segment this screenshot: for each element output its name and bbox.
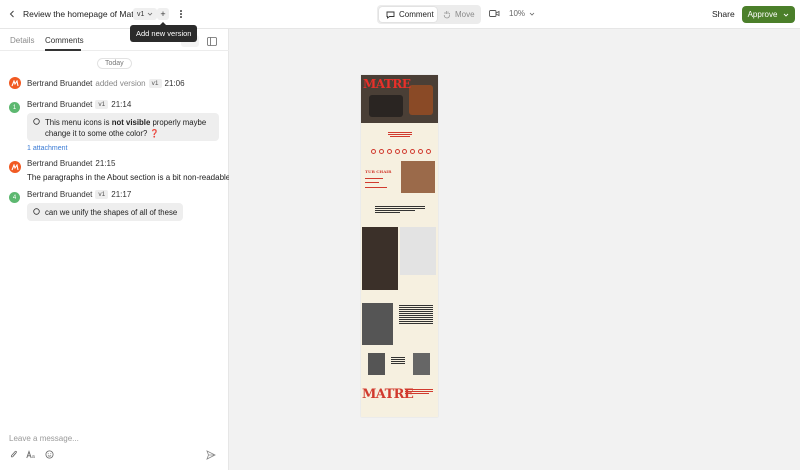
preview-canvas[interactable]: MATRE TUB CHAIR MATRE — [229, 29, 800, 470]
comment-header: Bertrand Bruandet v1 21:14 — [27, 100, 131, 109]
activity-action: added version — [95, 79, 146, 88]
comment-icon — [33, 208, 40, 215]
tooltip: Add new version — [130, 22, 198, 42]
brand-logo-icon — [11, 79, 19, 86]
paperclip-icon[interactable] — [10, 450, 18, 459]
mode-switch: Comment Move — [377, 5, 481, 24]
preview-image — [368, 353, 385, 375]
preview-icon-row — [371, 149, 431, 154]
send-icon[interactable] — [206, 450, 216, 460]
message-input[interactable]: Leave a message... — [9, 434, 79, 443]
version-dropdown[interactable]: v1 — [133, 8, 158, 20]
version-badge: v1 — [148, 79, 162, 88]
chevron-down-icon — [148, 12, 153, 16]
page-title: Review the homepage of Matre — [23, 9, 142, 19]
timestamp: 21:06 — [164, 79, 185, 88]
more-options-icon[interactable] — [176, 8, 186, 20]
preview-text-block — [391, 357, 405, 365]
preview-image — [413, 353, 430, 375]
comment-text: can we unify the shapes of all of these — [45, 208, 178, 217]
zoom-level: 10% — [509, 9, 526, 18]
design-preview[interactable]: MATRE TUB CHAIR MATRE — [361, 75, 438, 417]
chevron-down-icon — [784, 13, 789, 17]
emoji-icon[interactable] — [45, 450, 54, 459]
preview-heading: TUB CHAIR — [365, 169, 392, 174]
preview-line — [365, 187, 387, 188]
chevron-down-icon — [529, 12, 535, 16]
brand-logo-icon — [11, 163, 19, 170]
avatar — [9, 161, 21, 173]
svg-text:a: a — [32, 454, 35, 459]
date-divider: Today — [97, 58, 132, 69]
timestamp: 21:17 — [111, 190, 132, 199]
version-badge: v1 — [95, 190, 109, 199]
sidebar-toggle-icon[interactable] — [206, 35, 218, 47]
approve-button[interactable]: Approve — [742, 6, 795, 23]
comment-bubble[interactable]: can we unify the shapes of all of these — [27, 203, 184, 221]
author-name: Bertrand Bruandet — [27, 190, 93, 199]
text-format-icon[interactable]: a — [26, 450, 37, 459]
move-mode-label: Move — [455, 10, 475, 19]
version-badge: v1 — [95, 100, 109, 109]
approve-label: Approve — [747, 10, 778, 19]
comment-bubble[interactable]: This menu icons is not visible properly … — [27, 113, 219, 141]
chevron-left-icon[interactable] — [7, 9, 17, 19]
activity-row: Bertrand Bruandet added version v1 21:06 — [27, 79, 185, 88]
tab-details[interactable]: Details — [10, 36, 34, 45]
comment-text-line2: change it to some othe color? ❓ — [45, 129, 160, 138]
comment-pin-number[interactable]: 4 — [9, 192, 20, 203]
tab-comments[interactable]: Comments — [45, 36, 84, 45]
preview-image — [409, 85, 433, 115]
avatar — [9, 77, 21, 89]
comment-pin-number[interactable]: 1 — [9, 102, 20, 113]
move-mode-button[interactable]: Move — [441, 7, 479, 22]
video-icon[interactable] — [489, 9, 500, 19]
comment-mode-label: Comment — [399, 10, 434, 19]
timestamp: 21:14 — [111, 100, 132, 109]
hand-icon — [443, 11, 450, 19]
preview-line — [365, 178, 383, 179]
preview-text-block — [399, 305, 433, 325]
comment-icon — [386, 11, 395, 19]
zoom-dropdown[interactable]: 10% — [509, 9, 535, 18]
share-button[interactable]: Share — [712, 9, 735, 19]
author-name: Bertrand Bruandet — [27, 159, 93, 168]
preview-image — [401, 161, 435, 193]
add-version-button[interactable]: + — [157, 8, 169, 20]
comment-text: The paragraphs in the About section is a… — [27, 173, 231, 182]
top-bar: Review the homepage of Matre v1 + Commen… — [0, 0, 800, 29]
preview-line — [365, 182, 379, 183]
hero-image: MATRE — [361, 75, 438, 123]
author-name: Bertrand Bruandet — [27, 100, 93, 109]
preview-section-heading — [388, 131, 412, 137]
preview-image — [362, 303, 393, 345]
version-label: v1 — [137, 10, 145, 18]
question-emoji-icon: ❓ — [149, 129, 160, 138]
preview-logo: MATRE — [363, 77, 411, 91]
preview-image — [369, 95, 403, 117]
active-tab-indicator — [45, 49, 81, 51]
comment-mode-button[interactable]: Comment — [379, 7, 437, 22]
comment-icon — [33, 118, 40, 125]
composer-toolbar: a — [10, 450, 54, 459]
preview-image — [400, 227, 436, 275]
preview-text-block — [375, 206, 425, 214]
attachment-link[interactable]: 1 attachment — [27, 145, 67, 152]
comment-header: Bertrand Bruandet v1 21:17 — [27, 190, 131, 199]
preview-section-heading — [405, 388, 433, 394]
comment-text-line1: This menu icons is not visible properly … — [45, 118, 207, 127]
timestamp: 21:15 — [95, 159, 116, 168]
author-name: Bertrand Bruandet — [27, 79, 93, 88]
comment-header: Bertrand Bruandet 21:15 — [27, 159, 115, 168]
comments-panel: Details Comments Today Bertrand Bruandet… — [0, 29, 231, 470]
preview-image — [362, 227, 398, 290]
